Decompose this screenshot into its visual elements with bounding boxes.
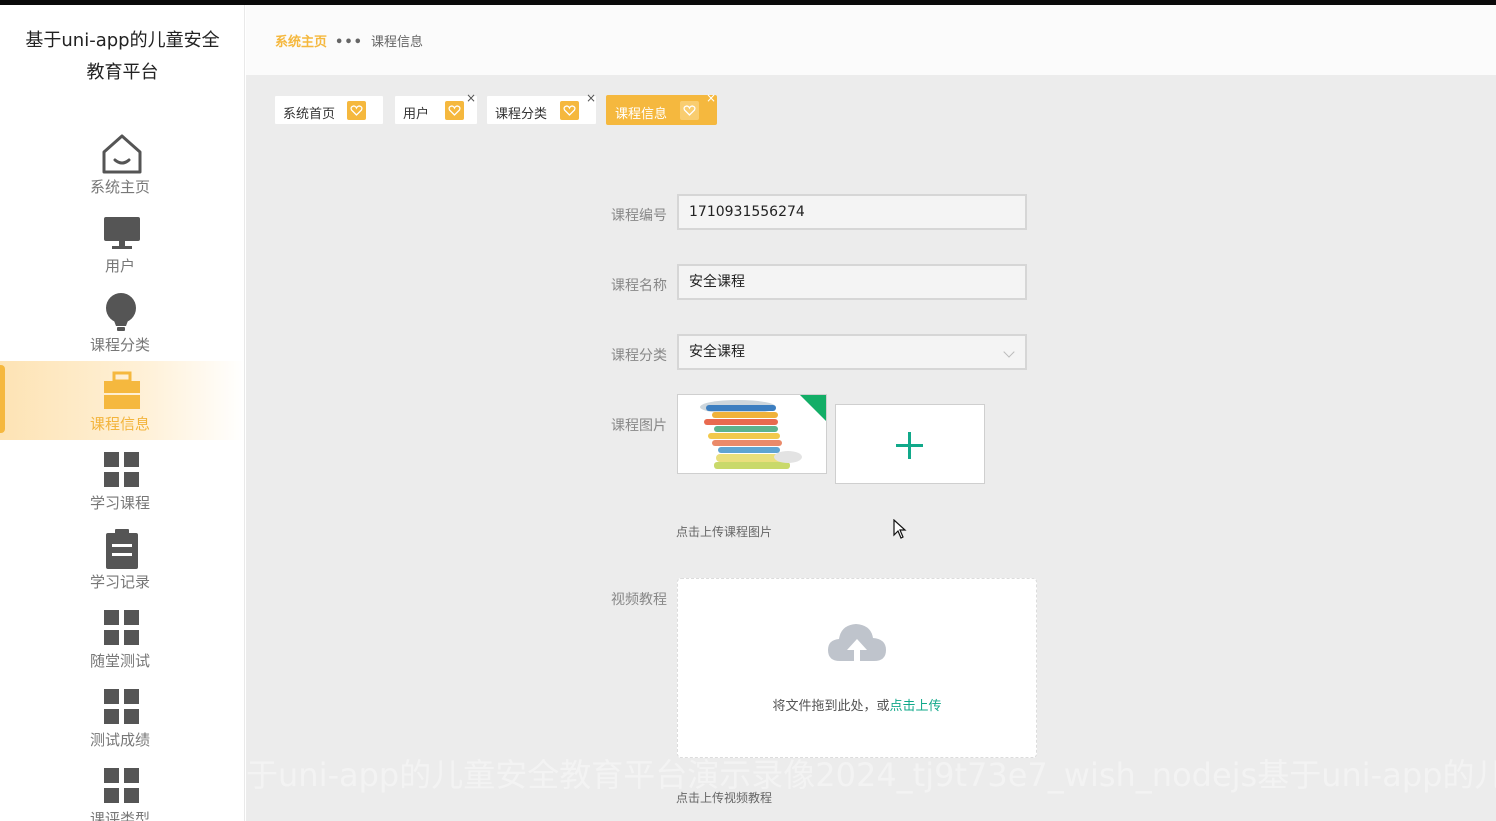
course-image-thumbnail[interactable]	[677, 394, 827, 474]
sidebar-item-course-info[interactable]: 课程信息	[0, 361, 244, 440]
heart-icon	[347, 101, 366, 120]
close-icon[interactable]: ×	[466, 91, 476, 105]
sidebar-item-label: 课程分类	[89, 336, 150, 354]
sidebar-item-quiz[interactable]: 随堂测试	[0, 598, 244, 677]
course-name-label: 课程名称	[611, 278, 667, 294]
sidebar-item-label: 学习记录	[89, 573, 150, 591]
course-name-field[interactable]: 安全课程	[677, 264, 1027, 300]
course-no-label: 课程编号	[611, 208, 667, 224]
course-image-hint: 点击上传课程图片	[676, 525, 773, 539]
heart-icon	[560, 101, 579, 120]
watermark: 于uni-app的儿童安全教育平台演示录像2024_tj9t73e7_wish_…	[246, 756, 1496, 794]
sidebar-item-users[interactable]: 用户	[0, 203, 244, 282]
dropzone-instruction: 将文件拖到此处，或	[772, 699, 890, 714]
video-dropzone[interactable]: 将文件拖到此处，或点击上传	[677, 578, 1037, 758]
main-content: 系统主页 ••• 课程信息 系统首页 用户 × 课程分类 × 课程信息 × 课程编号…	[246, 5, 1496, 821]
breadcrumb: 系统主页 ••• 课程信息	[275, 31, 423, 50]
breadcrumb-home[interactable]: 系统主页	[275, 35, 327, 50]
tab-users[interactable]: 用户 ×	[394, 91, 478, 125]
click-upload-link[interactable]: 点击上传	[890, 699, 942, 714]
course-no-field[interactable]: 1710931556274	[677, 194, 1027, 230]
course-category-select[interactable]: 安全课程	[677, 334, 1027, 370]
sidebar-item-study-record[interactable]: 学习记录	[0, 519, 244, 598]
grid-icon	[104, 768, 139, 803]
chevron-down-icon	[1003, 346, 1015, 358]
grid-icon	[104, 452, 139, 487]
monitor-icon	[104, 217, 140, 249]
heart-icon	[445, 101, 464, 120]
close-icon[interactable]: ×	[586, 91, 596, 105]
sidebar-item-label: 用户	[104, 257, 135, 275]
sidebar-item-label: 学习课程	[89, 494, 150, 512]
selected-badge	[800, 395, 826, 421]
video-label: 视频教程	[611, 592, 667, 608]
sidebar-item-label: 测试成绩	[89, 731, 150, 749]
header: 系统主页 ••• 课程信息	[246, 5, 1496, 75]
briefcase-icon	[104, 371, 140, 409]
app-title-line2: 教育平台	[86, 62, 159, 83]
grid-icon	[104, 610, 139, 645]
mouse-cursor-icon	[893, 519, 907, 539]
bulb-icon	[106, 293, 136, 331]
tab-course-category[interactable]: 课程分类 ×	[486, 91, 597, 125]
cloud-upload-icon	[828, 624, 886, 663]
sidebar-item-label: 课程信息	[89, 415, 150, 433]
sidebar-item-course-category[interactable]: 课程分类	[0, 282, 244, 361]
breadcrumb-separator: •••	[335, 35, 363, 50]
app-title: 基于uni-app的儿童安全 教育平台	[0, 25, 244, 89]
course-image-label: 课程图片	[611, 418, 667, 434]
course-category-label: 课程分类	[611, 348, 667, 364]
breadcrumb-current: 课程信息	[370, 35, 423, 50]
sidebar-item-study-course[interactable]: 学习课程	[0, 440, 244, 519]
sidebar-item-label: 课评类型	[89, 810, 150, 821]
sidebar-item-review-type[interactable]: 课评类型	[0, 756, 244, 821]
tab-label: 课程分类	[495, 107, 548, 122]
tab-label: 课程信息	[615, 107, 668, 122]
home-icon	[102, 134, 142, 174]
clipboard-icon	[106, 529, 138, 569]
sidebar: 基于uni-app的儿童安全 教育平台 系统主页 用户 课程分类 课程信息 学习…	[0, 5, 245, 821]
tab-label: 系统首页	[283, 107, 336, 122]
grid-icon	[104, 689, 139, 724]
course-category-value: 安全课程	[689, 344, 745, 360]
add-image-button[interactable]	[835, 404, 985, 484]
sidebar-item-label: 随堂测试	[89, 652, 150, 670]
dropzone-text: 将文件拖到此处，或点击上传	[678, 695, 1036, 714]
sidebar-item-label: 系统主页	[89, 178, 150, 196]
sidebar-item-home[interactable]: 系统主页	[0, 124, 244, 203]
tab-system-home[interactable]: 系统首页	[274, 95, 384, 125]
app-title-line1: 基于uni-app的儿童安全	[25, 30, 220, 51]
close-icon[interactable]: ×	[706, 91, 716, 105]
heart-icon	[680, 101, 699, 120]
sidebar-item-test-score[interactable]: 测试成绩	[0, 677, 244, 756]
tab-label: 用户	[403, 107, 430, 122]
tab-course-info[interactable]: 课程信息 ×	[606, 91, 717, 125]
